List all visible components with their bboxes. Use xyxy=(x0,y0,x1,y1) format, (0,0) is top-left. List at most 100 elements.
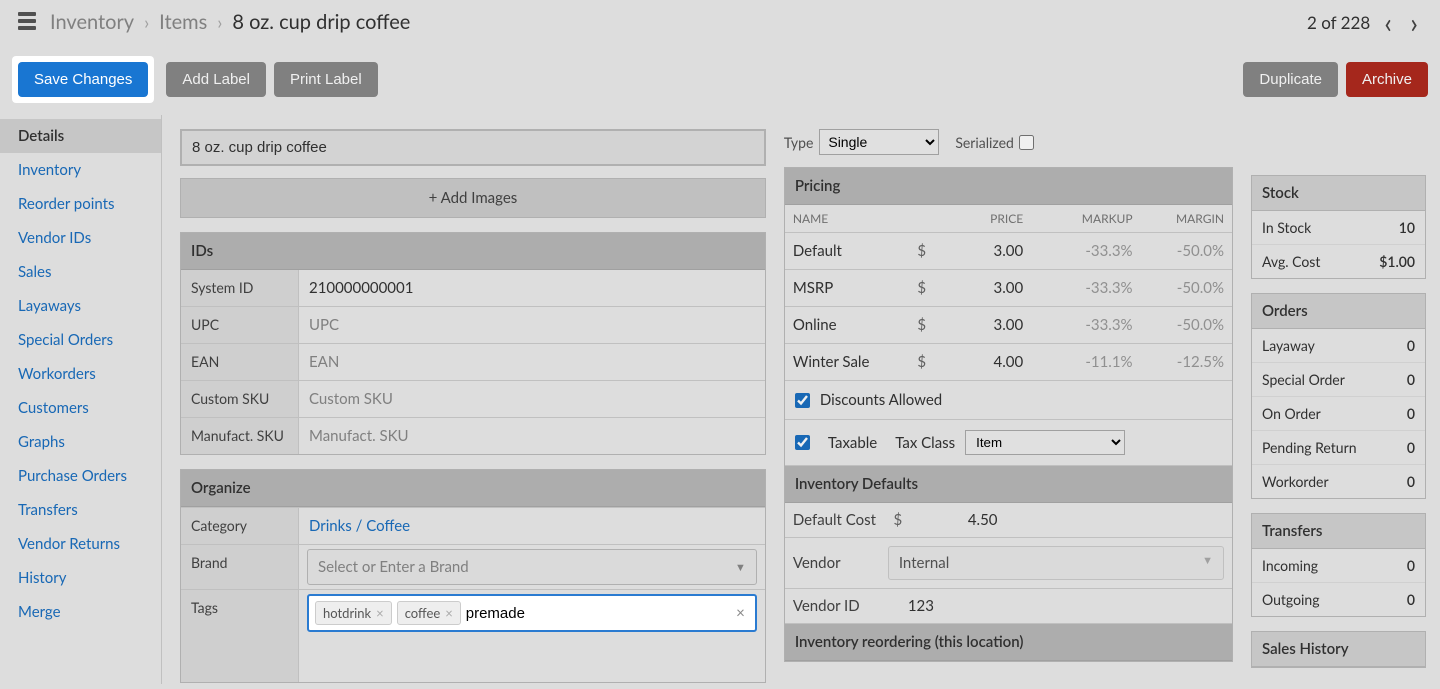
sidebar-item-graphs[interactable]: Graphs xyxy=(0,425,161,459)
sidebar-item-inventory[interactable]: Inventory xyxy=(0,153,161,187)
currency-symbol: $ xyxy=(888,511,908,529)
ids-header: IDs xyxy=(181,233,765,270)
breadcrumb-items[interactable]: Items xyxy=(159,10,207,34)
organize-header: Organize xyxy=(181,470,765,507)
stock-box: Stock In Stock10Avg. Cost$1.00 xyxy=(1251,175,1426,279)
price-row: Winter Sale$4.00-11.1%-12.5% xyxy=(785,344,1232,381)
sidebar-item-special-orders[interactable]: Special Orders xyxy=(0,323,161,357)
stat-key: Outgoing xyxy=(1262,591,1319,608)
transfers-header: Transfers xyxy=(1252,514,1425,549)
sales-history-box: Sales History xyxy=(1251,631,1426,668)
item-name-input[interactable] xyxy=(180,129,766,166)
serialized-checkbox[interactable] xyxy=(1019,135,1034,150)
remove-tag-icon[interactable]: × xyxy=(376,605,384,621)
stat-value: $1.00 xyxy=(1379,253,1415,270)
id-label: UPC xyxy=(181,307,299,343)
id-label: EAN xyxy=(181,344,299,380)
stat-key: Workorder xyxy=(1262,473,1329,490)
id-value[interactable]: Manufact. SKU xyxy=(299,418,765,454)
stat-row: On Order0 xyxy=(1252,396,1425,430)
sidebar-item-sales[interactable]: Sales xyxy=(0,255,161,289)
sidebar-item-vendor-returns[interactable]: Vendor Returns xyxy=(0,527,161,561)
organize-panel: Organize Category Drinks / Coffee Brand … xyxy=(180,469,766,683)
breadcrumb-inventory[interactable]: Inventory xyxy=(50,10,134,34)
stat-key: Avg. Cost xyxy=(1262,253,1320,270)
sidebar-item-transfers[interactable]: Transfers xyxy=(0,493,161,527)
sidebar-item-purchase-orders[interactable]: Purchase Orders xyxy=(0,459,161,493)
discounts-checkbox[interactable] xyxy=(795,393,810,408)
sidebar: DetailsInventoryReorder pointsVendor IDs… xyxy=(0,115,162,684)
tags-input[interactable]: hotdrink× coffee× × xyxy=(307,594,757,632)
taxable-checkbox[interactable] xyxy=(795,435,810,450)
stat-row: Avg. Cost $1.00 xyxy=(1252,244,1425,278)
stat-value: 0 xyxy=(1407,439,1415,456)
tag-chip-coffee: coffee× xyxy=(397,601,461,625)
chevron-right-icon: › xyxy=(144,11,149,33)
currency-symbol: $ xyxy=(912,242,932,260)
sidebar-item-layaways[interactable]: Layaways xyxy=(0,289,161,323)
save-button[interactable]: Save Changes xyxy=(18,62,148,97)
sidebar-item-history[interactable]: History xyxy=(0,561,161,595)
type-select[interactable]: Single xyxy=(819,129,939,155)
col-price: PRICE xyxy=(932,211,1041,226)
margin-value: -50.0% xyxy=(1133,279,1224,297)
vendor-id-value[interactable]: 123 xyxy=(888,597,1224,615)
stat-key: Special Order xyxy=(1262,371,1345,388)
sidebar-item-details[interactable]: Details xyxy=(0,119,161,153)
sidebar-item-reorder-points[interactable]: Reorder points xyxy=(0,187,161,221)
stat-key: On Order xyxy=(1262,405,1321,422)
stat-row: In Stock10 xyxy=(1252,211,1425,244)
stat-row: Special Order0 xyxy=(1252,362,1425,396)
margin-value: -50.0% xyxy=(1133,316,1224,334)
brand-placeholder: Select or Enter a Brand xyxy=(318,558,469,576)
sidebar-item-workorders[interactable]: Workorders xyxy=(0,357,161,391)
taxclass-label: Tax Class xyxy=(895,434,955,452)
default-cost-value[interactable]: 4.50 xyxy=(908,511,1224,529)
price-value[interactable]: 3.00 xyxy=(932,279,1041,297)
menu-icon[interactable] xyxy=(18,12,36,33)
clear-tags-icon[interactable]: × xyxy=(732,604,749,622)
breadcrumb: Inventory › Items › 8 oz. cup drip coffe… xyxy=(50,10,410,34)
stat-row: Layaway0 xyxy=(1252,329,1425,362)
id-label: Custom SKU xyxy=(181,381,299,417)
stat-key: Pending Return xyxy=(1262,439,1357,456)
stat-value: 0 xyxy=(1407,591,1415,608)
stat-row: Workorder0 xyxy=(1252,464,1425,498)
pricing-panel: Pricing NAME PRICE MARKUP MARGIN Default… xyxy=(784,167,1233,662)
price-row: Default$3.00-33.3%-50.0% xyxy=(785,233,1232,270)
taxclass-select[interactable]: Item xyxy=(965,430,1125,455)
type-label: Type xyxy=(784,134,814,151)
id-value[interactable]: Custom SKU xyxy=(299,381,765,417)
add-images-button[interactable]: + Add Images xyxy=(180,178,766,218)
pager-next-icon[interactable]: › xyxy=(1406,8,1422,36)
pricing-header: Pricing xyxy=(785,168,1232,205)
duplicate-button[interactable]: Duplicate xyxy=(1243,62,1338,97)
category-value[interactable]: Drinks / Coffee xyxy=(299,508,765,544)
id-value[interactable]: 210000000001 xyxy=(299,270,765,306)
id-value[interactable]: EAN xyxy=(299,344,765,380)
pager-prev-icon[interactable]: ‹ xyxy=(1380,8,1396,36)
price-value[interactable]: 4.00 xyxy=(932,353,1041,371)
print-label-button[interactable]: Print Label xyxy=(274,62,378,97)
sidebar-item-customers[interactable]: Customers xyxy=(0,391,161,425)
price-value[interactable]: 3.00 xyxy=(932,316,1041,334)
archive-button[interactable]: Archive xyxy=(1346,62,1428,97)
vendor-label: Vendor xyxy=(793,554,888,572)
vendor-select[interactable]: Internal ▼ xyxy=(888,546,1224,580)
price-row: Online$3.00-33.3%-50.0% xyxy=(785,307,1232,344)
remove-tag-icon[interactable]: × xyxy=(445,605,453,621)
discounts-label: Discounts Allowed xyxy=(820,391,942,409)
price-name: Winter Sale xyxy=(793,353,912,371)
pager-text: 2 of 228 xyxy=(1307,12,1370,33)
price-value[interactable]: 3.00 xyxy=(932,242,1041,260)
stat-value: 0 xyxy=(1407,337,1415,354)
tag-text-input[interactable] xyxy=(466,605,727,622)
add-label-button[interactable]: Add Label xyxy=(166,62,266,97)
tag-chip-hotdrink: hotdrink× xyxy=(315,601,392,625)
sidebar-item-vendor-ids[interactable]: Vendor IDs xyxy=(0,221,161,255)
sidebar-item-merge[interactable]: Merge xyxy=(0,595,161,629)
orders-box: Orders Layaway0Special Order0On Order0Pe… xyxy=(1251,293,1426,499)
id-value[interactable]: UPC xyxy=(299,307,765,343)
brand-select[interactable]: Select or Enter a Brand ▼ xyxy=(307,549,757,585)
chevron-right-icon: › xyxy=(217,11,222,33)
